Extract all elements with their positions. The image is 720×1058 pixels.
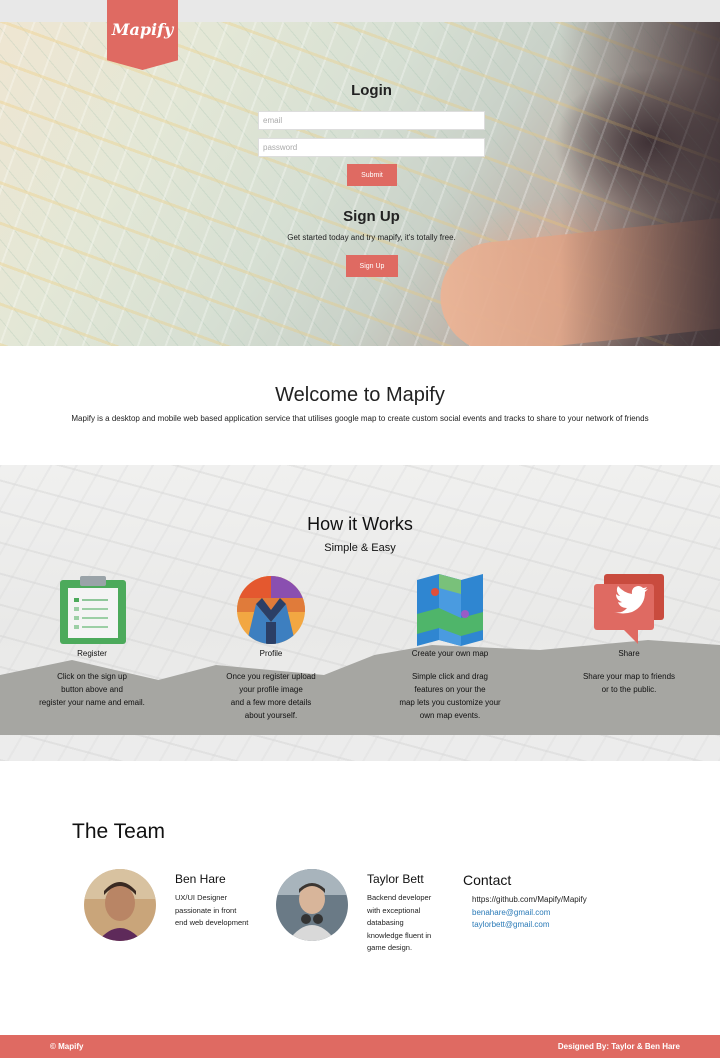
- member-desc-ben: UX/UI Designer passionate in front end w…: [175, 893, 249, 927]
- signup-button[interactable]: Sign Up: [346, 255, 398, 277]
- clipboard-icon: [58, 574, 128, 646]
- avatar-ben-hare: [84, 869, 156, 941]
- step-desc-profile: Once you register upload your profile im…: [226, 672, 316, 720]
- team-title: The Team: [72, 820, 165, 843]
- welcome-text: Mapify is a desktop and mobile web based…: [71, 414, 649, 423]
- step-label-create-map: Create your own map: [411, 649, 489, 658]
- step-label-share: Share: [618, 649, 640, 658]
- logo-text: Mapify: [111, 20, 174, 39]
- welcome-title: Welcome to Mapify: [275, 384, 445, 406]
- how-title: How it Works: [307, 514, 413, 534]
- password-input[interactable]: [258, 138, 485, 157]
- step-label-register: Register: [77, 649, 107, 658]
- email-input[interactable]: [258, 111, 485, 130]
- logo-badge[interactable]: Mapify: [107, 0, 178, 70]
- step-desc-share: Share your map to friends or to the publ…: [582, 672, 676, 694]
- step-label-profile: Profile: [259, 649, 283, 658]
- email-link-ben[interactable]: benahare@gmail.com: [472, 908, 550, 917]
- map-icon: [415, 574, 485, 646]
- submit-button[interactable]: Submit: [347, 164, 397, 186]
- footer: © Mapify Designed By: Taylor & Ben Hare: [0, 1035, 720, 1058]
- member-name-taylor: Taylor Bett: [367, 872, 424, 886]
- github-link[interactable]: https://github.com/Mapify/Mapify: [472, 895, 587, 904]
- footer-credits: Designed By: Taylor & Ben Hare: [557, 1042, 680, 1051]
- signup-title: Sign Up: [343, 208, 400, 225]
- contact-title: Contact: [463, 872, 512, 888]
- twitter-share-icon: [594, 574, 664, 646]
- member-name-ben: Ben Hare: [175, 872, 226, 886]
- step-desc-register: Click on the sign up button above and re…: [39, 672, 145, 707]
- step-desc-create-map: Simple click and drag features on your t…: [399, 672, 501, 720]
- signup-subtitle: Get started today and try mapify, it's t…: [287, 233, 456, 242]
- how-subtitle: Simple & Easy: [324, 542, 396, 554]
- login-title: Login: [351, 82, 392, 99]
- footer-copyright: © Mapify: [50, 1042, 84, 1051]
- profile-icon: [236, 574, 306, 646]
- hero-shadow: [560, 22, 720, 346]
- member-desc-taylor: Backend developer with exceptional datab…: [367, 893, 432, 952]
- avatar-taylor-bett: [276, 869, 348, 941]
- email-link-taylor[interactable]: taylorbett@gmail.com: [472, 920, 549, 929]
